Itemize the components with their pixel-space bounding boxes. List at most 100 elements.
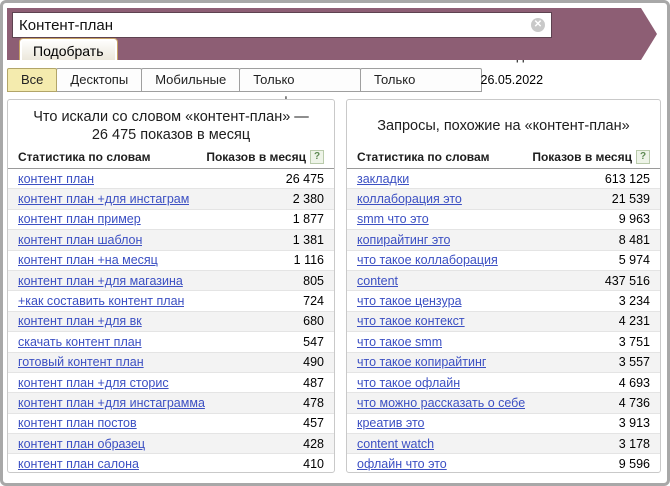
- impressions-count: 3 178: [611, 437, 650, 451]
- impressions-count: 21 539: [604, 192, 650, 206]
- table-row: что такое цензура 3 234: [347, 291, 660, 311]
- impressions-count: 5 974: [611, 253, 650, 267]
- table-row: +как составить контент план 724: [8, 291, 334, 311]
- impressions-count: 1 877: [285, 212, 324, 226]
- tab-tablets-only[interactable]: Только планшеты: [360, 68, 482, 92]
- table-header: Статистика по словам Показов в месяц ?: [8, 148, 334, 169]
- query-link[interactable]: контент план салона: [18, 457, 139, 471]
- table-row: что такое офлайн 4 693: [347, 373, 660, 393]
- panel-title: Что искали со словом «контент-план» — 26…: [8, 100, 334, 148]
- query-link[interactable]: content watch: [357, 437, 434, 451]
- wordstat-page: ✕ Подобрать По словам По регионам Истори…: [0, 0, 670, 486]
- query-link[interactable]: креатив это: [357, 416, 425, 430]
- query-link[interactable]: что такое цензура: [357, 294, 462, 308]
- query-link[interactable]: закладки: [357, 172, 409, 186]
- query-link[interactable]: что такое копирайтинг: [357, 355, 486, 369]
- query-link[interactable]: контент план постов: [18, 416, 137, 430]
- submit-button[interactable]: Подобрать: [19, 38, 118, 65]
- query-link[interactable]: коллаборация это: [357, 192, 462, 206]
- table-row: копирайтинг это 8 481: [347, 230, 660, 250]
- query-link[interactable]: контент план +для сторис: [18, 376, 169, 390]
- search-field-wrap: ✕: [12, 12, 552, 38]
- impressions-count: 3 234: [611, 294, 650, 308]
- query-link[interactable]: контент план шаблон: [18, 233, 142, 247]
- table-row: офлайн что это 9 596: [347, 454, 660, 473]
- table-row: контент план образец 428: [8, 434, 334, 454]
- query-link[interactable]: готовый контент план: [18, 355, 144, 369]
- impressions-count: 4 231: [611, 314, 650, 328]
- tab-mobile[interactable]: Мобильные: [141, 68, 240, 92]
- query-link[interactable]: контент план образец: [18, 437, 145, 451]
- impressions-count: 613 125: [597, 172, 650, 186]
- query-link[interactable]: контент план пример: [18, 212, 141, 226]
- table-row: контент план +для инстаграм 2 380: [8, 189, 334, 209]
- column-count-label: Показов в месяц: [532, 150, 632, 164]
- tab-phones-only[interactable]: Только телефоны: [239, 68, 361, 92]
- clear-search-icon[interactable]: ✕: [531, 18, 545, 32]
- table-row: контент план +для сторис 487: [8, 373, 334, 393]
- tab-all[interactable]: Все: [7, 68, 57, 92]
- table-row: контент план +для вк 680: [8, 312, 334, 332]
- query-link[interactable]: что такое smm: [357, 335, 442, 349]
- impressions-count: 2 380: [285, 192, 324, 206]
- impressions-count: 9 596: [611, 457, 650, 471]
- impressions-count: 3 913: [611, 416, 650, 430]
- query-link[interactable]: контент план +для магазина: [18, 274, 183, 288]
- impressions-count: 1 116: [286, 253, 324, 267]
- help-icon[interactable]: ?: [310, 150, 324, 164]
- impressions-count: 3 557: [611, 355, 650, 369]
- table-header: Статистика по словам Показов в месяц ?: [347, 148, 660, 169]
- tab-desktops[interactable]: Десктопы: [56, 68, 142, 92]
- impressions-count: 457: [295, 416, 324, 430]
- impressions-count: 428: [295, 437, 324, 451]
- impressions-count: 805: [295, 274, 324, 288]
- impressions-count: 724: [295, 294, 324, 308]
- query-link[interactable]: скачать контент план: [18, 335, 142, 349]
- table-row: content 437 516: [347, 271, 660, 291]
- query-link[interactable]: офлайн что это: [357, 457, 447, 471]
- query-link[interactable]: контент план +для инстаграм: [18, 192, 189, 206]
- word-stats-table: контент план 26 475 контент план +для ин…: [8, 169, 334, 473]
- query-link[interactable]: что можно рассказать о себе: [357, 396, 525, 410]
- table-row: smm что это 9 963: [347, 210, 660, 230]
- table-row: контент план 26 475: [8, 169, 334, 189]
- table-row: контент план +на месяц 1 116: [8, 251, 334, 271]
- table-row: что такое smm 3 751: [347, 332, 660, 352]
- query-link[interactable]: что такое офлайн: [357, 376, 460, 390]
- table-row: контент план пример 1 877: [8, 210, 334, 230]
- query-link[interactable]: что такое коллаборация: [357, 253, 498, 267]
- table-row: контент план шаблон 1 381: [8, 230, 334, 250]
- query-link[interactable]: content: [357, 274, 398, 288]
- query-link[interactable]: контент план +для вк: [18, 314, 142, 328]
- search-input[interactable]: [12, 12, 552, 38]
- impressions-count: 1 381: [285, 233, 324, 247]
- table-row: креатив это 3 913: [347, 414, 660, 434]
- query-link[interactable]: контент план: [18, 172, 94, 186]
- table-row: контент план +для магазина 805: [8, 271, 334, 291]
- impressions-count: 490: [295, 355, 324, 369]
- impressions-count: 680: [295, 314, 324, 328]
- impressions-count: 9 963: [611, 212, 650, 226]
- similar-queries-table: закладки 613 125 коллаборация это 21 539…: [347, 169, 660, 473]
- results-area: Что искали со словом «контент-план» — 26…: [7, 99, 663, 473]
- query-link[interactable]: копирайтинг это: [357, 233, 450, 247]
- table-row: контент план салона 410: [8, 454, 334, 473]
- device-tabs: Все Десктопы Мобильные Только телефоны Т…: [7, 68, 663, 92]
- panel-title: Запросы, похожие на «контент-план»: [347, 100, 660, 148]
- impressions-count: 4 693: [611, 376, 650, 390]
- column-count-label: Показов в месяц: [206, 150, 306, 164]
- table-row: что такое коллаборация 5 974: [347, 251, 660, 271]
- query-link[interactable]: smm что это: [357, 212, 429, 226]
- help-icon[interactable]: ?: [636, 150, 650, 164]
- query-link[interactable]: +как составить контент план: [18, 294, 184, 308]
- impressions-count: 478: [295, 396, 324, 410]
- query-link[interactable]: что такое контекст: [357, 314, 465, 328]
- query-link[interactable]: контент план +для инстаграмма: [18, 396, 205, 410]
- impressions-count: 3 751: [611, 335, 650, 349]
- impressions-count: 26 475: [278, 172, 324, 186]
- table-row: коллаборация это 21 539: [347, 189, 660, 209]
- impressions-count: 547: [295, 335, 324, 349]
- table-row: скачать контент план 547: [8, 332, 334, 352]
- column-word-label: Статистика по словам: [18, 150, 151, 164]
- query-link[interactable]: контент план +на месяц: [18, 253, 158, 267]
